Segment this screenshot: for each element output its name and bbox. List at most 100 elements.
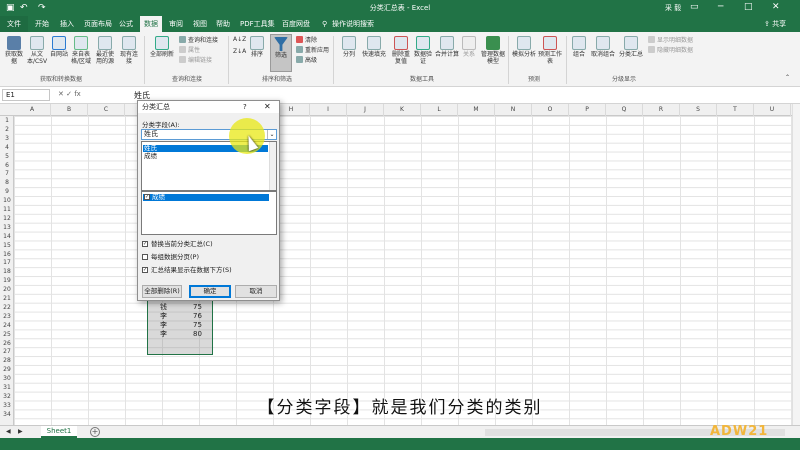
from-web-button[interactable]: 自网站 (50, 36, 68, 58)
row-header[interactable]: 13 (0, 223, 14, 232)
column-header[interactable]: U (754, 104, 791, 116)
row-header[interactable]: 9 (0, 187, 14, 196)
checkbox-checked-icon[interactable]: ✓ (142, 241, 148, 247)
column-header[interactable]: T (717, 104, 754, 116)
what-if-analysis-button[interactable]: 模拟分析 (512, 36, 536, 58)
checkbox-checked-icon[interactable]: ✓ (142, 267, 148, 273)
sheet-tab[interactable]: Sheet1 (41, 426, 77, 438)
tab-view[interactable]: 视图 (193, 19, 207, 29)
function-icon[interactable]: fx (74, 90, 81, 98)
consolidate-button[interactable]: 合并计算 (434, 36, 460, 58)
row-header[interactable]: 10 (0, 196, 14, 205)
tab-data[interactable]: 数据 (140, 16, 162, 32)
remove-all-button[interactable]: 全部删除(R) (142, 285, 182, 298)
sort-button[interactable]: 排序 (248, 36, 266, 58)
column-header[interactable]: P (569, 104, 606, 116)
remove-duplicates-button[interactable]: 删除重复值 (390, 36, 412, 65)
share-button[interactable]: ⇪ 共享 (764, 19, 786, 29)
page-break-option[interactable]: 每组数据分页(P) (142, 253, 199, 261)
row-header[interactable]: 14 (0, 232, 14, 241)
flash-fill-button[interactable]: 快速填充 (361, 36, 387, 58)
close-window-icon[interactable]: ✕ (772, 1, 780, 13)
column-header[interactable]: N (495, 104, 532, 116)
reapply-button[interactable]: 重新应用 (296, 46, 329, 55)
manage-data-model-button[interactable]: 管理数据模型 (480, 36, 506, 65)
chevron-down-icon[interactable]: ⌄ (267, 130, 276, 139)
row-header[interactable]: 19 (0, 276, 14, 285)
ribbon-display-icon[interactable]: ▭ (690, 1, 699, 13)
properties-button[interactable]: 属性 (179, 46, 200, 55)
row-header[interactable]: 31 (0, 383, 14, 392)
subtotal-button[interactable]: 分类汇总 (618, 36, 644, 58)
tab-formulas[interactable]: 公式 (119, 19, 133, 29)
recent-sources-button[interactable]: 最近使用的源 (94, 36, 116, 65)
row-header[interactable]: 6 (0, 161, 14, 170)
refresh-all-button[interactable]: 全部刷新 (148, 36, 176, 58)
column-header[interactable]: B (51, 104, 88, 116)
row-header[interactable]: 30 (0, 374, 14, 383)
close-icon[interactable]: ✕ (264, 101, 271, 113)
cancel-button[interactable]: 取消 (235, 285, 277, 298)
tell-me-search[interactable]: 操作说明搜索 (332, 19, 374, 29)
ok-button[interactable]: 确定 (189, 285, 231, 298)
row-header[interactable]: 25 (0, 330, 14, 339)
row-header[interactable]: 5 (0, 152, 14, 161)
advanced-button[interactable]: 高级 (296, 56, 317, 65)
column-header[interactable]: O (532, 104, 569, 116)
summary-below-option[interactable]: ✓ 汇总结果显示在数据下方(S) (142, 266, 232, 274)
cell-score[interactable]: 80 (193, 330, 202, 339)
subtotal-items-list[interactable]: ✓ 成绩 (141, 191, 277, 235)
row-header[interactable]: 18 (0, 267, 14, 276)
column-header[interactable]: A (14, 104, 51, 116)
cell-name[interactable]: 李 (160, 312, 167, 321)
row-header[interactable]: 12 (0, 214, 14, 223)
show-detail-button[interactable]: 显示明细数据 (648, 36, 693, 45)
tab-insert[interactable]: 插入 (60, 19, 74, 29)
maximize-icon[interactable]: □ (744, 1, 753, 13)
row-header[interactable]: 26 (0, 339, 14, 348)
field-option[interactable]: 成绩 (143, 153, 268, 160)
worksheet-grid[interactable]: ABCDEFGHIJKLMNOPQRSTU 123456789101112131… (0, 104, 800, 425)
row-header[interactable]: 17 (0, 258, 14, 267)
edit-links-button[interactable]: 编辑链接 (179, 56, 212, 65)
from-table-button[interactable]: 来自表格/区域 (70, 36, 92, 65)
add-sheet-icon[interactable]: + (90, 427, 100, 437)
user-name[interactable]: 采 毅 (665, 3, 681, 13)
cell-name[interactable]: 李 (160, 321, 167, 330)
tab-home[interactable]: 开始 (35, 19, 49, 29)
row-header[interactable]: 28 (0, 356, 14, 365)
cell-score[interactable]: 75 (193, 303, 202, 312)
row-header[interactable]: 15 (0, 241, 14, 250)
row-header[interactable]: 27 (0, 347, 14, 356)
selected-range[interactable] (147, 300, 213, 355)
tab-page-layout[interactable]: 页面布局 (84, 19, 112, 29)
row-header[interactable]: 3 (0, 134, 14, 143)
column-header[interactable]: J (347, 104, 384, 116)
tab-file[interactable]: 文件 (0, 16, 28, 32)
row-header[interactable]: 22 (0, 303, 14, 312)
ungroup-button[interactable]: 取消组合 (590, 36, 616, 58)
enter-icon[interactable]: ✓ (66, 90, 72, 98)
forecast-sheet-button[interactable]: 预测工作表 (538, 36, 562, 65)
tab-review[interactable]: 审阅 (169, 19, 183, 29)
checkbox-unchecked-icon[interactable] (142, 254, 148, 260)
row-header[interactable]: 8 (0, 178, 14, 187)
sort-az-icon[interactable]: A↓Z (233, 36, 246, 44)
row-header[interactable]: 23 (0, 312, 14, 321)
prev-sheet-icon[interactable]: ◀ (6, 428, 11, 436)
column-header[interactable]: R (643, 104, 680, 116)
row-header[interactable]: 24 (0, 321, 14, 330)
existing-connections-button[interactable]: 现有连接 (118, 36, 140, 65)
row-header[interactable]: 21 (0, 294, 14, 303)
from-text-csv-button[interactable]: 从文本/CSV (26, 36, 48, 65)
tab-help[interactable]: 帮助 (216, 19, 230, 29)
column-header[interactable]: S (680, 104, 717, 116)
cell-area[interactable] (14, 116, 800, 425)
queries-connections-button[interactable]: 查询和连接 (179, 36, 218, 45)
get-data-button[interactable]: 获取数据 (3, 36, 25, 65)
row-header[interactable]: 7 (0, 169, 14, 178)
cell-name[interactable]: 李 (160, 330, 167, 339)
column-header[interactable]: C (88, 104, 125, 116)
subtotal-item-row[interactable]: ✓ 成绩 (143, 194, 269, 201)
row-header[interactable]: 4 (0, 143, 14, 152)
